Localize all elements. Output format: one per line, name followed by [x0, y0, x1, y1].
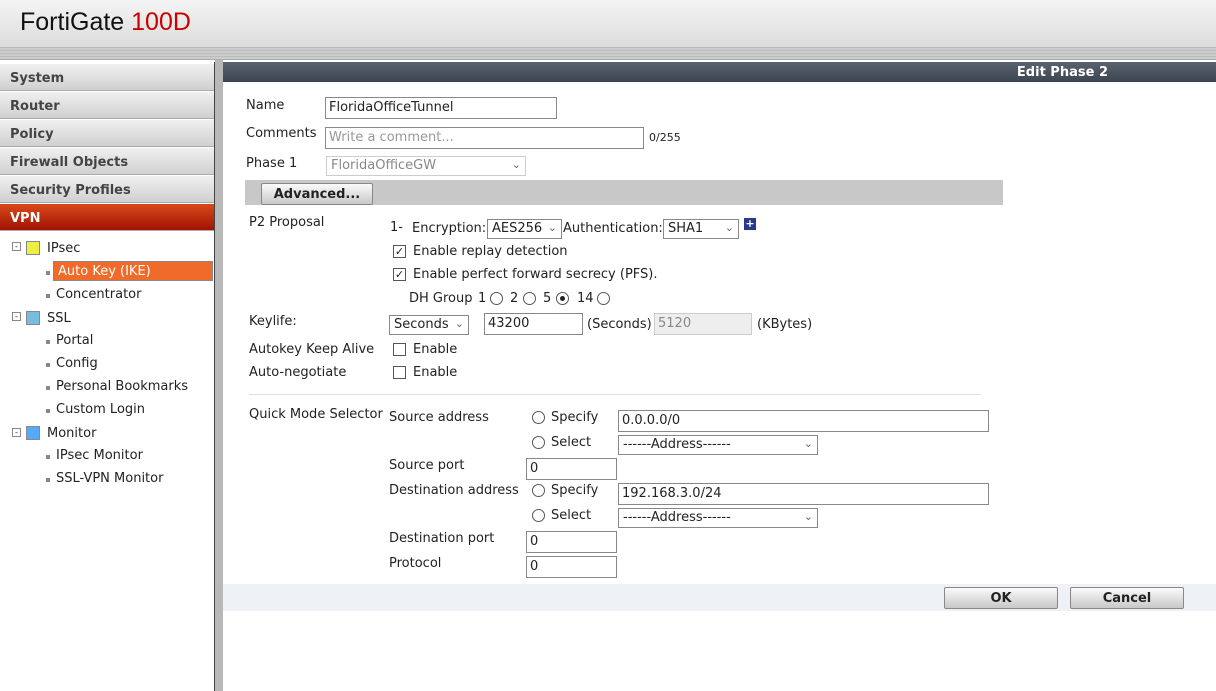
destination-port-label: Destination port: [389, 531, 495, 546]
menu-router[interactable]: Router: [0, 92, 214, 119]
destination-address-select[interactable]: ------Address------ ⌄: [618, 508, 818, 528]
chevron-down-icon: ⌄: [803, 437, 813, 450]
menu-vpn[interactable]: VPN: [0, 204, 214, 231]
destination-address-label: Destination address: [389, 483, 519, 498]
collapse-icon[interactable]: -: [12, 312, 21, 321]
footer-bar: [223, 584, 1216, 611]
source-port-label: Source port: [389, 458, 465, 473]
source-select-radio[interactable]: [532, 436, 545, 449]
name-label: Name: [246, 98, 285, 113]
dh-2-label: 2: [510, 291, 519, 306]
keylife-kbytes-input: 5120: [654, 313, 752, 335]
keepalive-enable-label: Enable: [413, 342, 458, 357]
phase1-select: FloridaOfficeGW ⌄: [326, 156, 526, 176]
tree-custom-login[interactable]: Custom Login: [56, 402, 145, 417]
monitor-icon: [26, 426, 40, 440]
chevron-down-icon: ⌄: [454, 317, 464, 330]
dh-1-label: 1: [478, 291, 487, 306]
dh-14-radio[interactable]: [597, 292, 610, 305]
cancel-button[interactable]: Cancel: [1070, 587, 1184, 609]
dh-group-label: DH Group: [409, 291, 473, 306]
menu-security-profiles[interactable]: Security Profiles: [0, 176, 214, 203]
keylife-seconds-input[interactable]: 43200: [484, 313, 583, 335]
tree-portal[interactable]: Portal: [56, 333, 93, 348]
kbytes-label: (KBytes): [757, 317, 813, 332]
source-address-input[interactable]: 0.0.0.0/0: [618, 410, 989, 432]
chevron-down-icon: ⌄: [803, 510, 813, 523]
dh-14-label: 14: [577, 291, 594, 306]
phase1-label: Phase 1: [246, 156, 298, 171]
seconds-label: (Seconds): [587, 317, 652, 332]
protocol-input[interactable]: 0: [526, 556, 617, 578]
authentication-select[interactable]: SHA1 ⌄: [663, 219, 739, 239]
dh-5-label: 5: [543, 291, 552, 306]
header: FortiGate 100D: [0, 0, 1216, 60]
dh-2-radio[interactable]: [523, 292, 536, 305]
keepalive-checkbox[interactable]: [393, 343, 406, 356]
p2-proposal-label: P2 Proposal: [249, 215, 325, 230]
tree-ipsec[interactable]: IPsec: [47, 241, 80, 256]
tree-concentrator[interactable]: Concentrator: [56, 287, 141, 302]
pfs-checkbox[interactable]: ✓: [393, 268, 406, 281]
destination-select-label: Select: [551, 508, 592, 523]
tree-ssl-vpn-monitor[interactable]: SSL-VPN Monitor: [56, 471, 163, 486]
autoneg-enable-label: Enable: [413, 365, 458, 380]
pfs-label: Enable perfect forward secrecy (PFS).: [413, 267, 658, 282]
sidebar: System Router Policy Firewall Objects Se…: [0, 62, 215, 691]
ok-button[interactable]: OK: [944, 587, 1058, 609]
chevron-down-icon: ⌄: [547, 221, 557, 234]
comments-count: 0/255: [649, 131, 681, 144]
tree-auto-key[interactable]: Auto Key (IKE): [53, 261, 213, 281]
page-title: Edit Phase 2: [223, 62, 1216, 82]
keepalive-label: Autokey Keep Alive: [249, 342, 375, 357]
destination-specify-radio[interactable]: [532, 484, 545, 497]
dh-1-radio[interactable]: [490, 292, 503, 305]
menu-policy[interactable]: Policy: [0, 120, 214, 147]
name-input[interactable]: FloridaOfficeTunnel: [325, 97, 557, 119]
tree-config[interactable]: Config: [56, 356, 98, 371]
replay-checkbox[interactable]: ✓: [393, 245, 406, 258]
ssl-icon: [26, 311, 40, 325]
advanced-button[interactable]: Advanced...: [261, 183, 373, 205]
source-port-input[interactable]: 0: [526, 458, 617, 480]
autoneg-label: Auto-negotiate: [249, 365, 347, 380]
destination-specify-label: Specify: [551, 483, 599, 498]
autoneg-checkbox[interactable]: [393, 366, 406, 379]
encryption-select[interactable]: AES256 ⌄: [487, 219, 562, 239]
ipsec-icon: [26, 241, 40, 255]
logo: FortiGate 100D: [20, 8, 191, 36]
source-address-select[interactable]: ------Address------ ⌄: [618, 435, 818, 455]
source-select-label: Select: [551, 435, 592, 450]
destination-port-input[interactable]: 0: [526, 531, 617, 553]
menu-system[interactable]: System: [0, 64, 214, 91]
comments-label: Comments: [246, 126, 317, 141]
source-specify-radio[interactable]: [532, 411, 545, 424]
tree-personal-bookmarks[interactable]: Personal Bookmarks: [56, 379, 188, 394]
proposal-index: 1-: [390, 220, 403, 235]
collapse-icon[interactable]: -: [12, 242, 21, 251]
menu-firewall-objects[interactable]: Firewall Objects: [0, 148, 214, 175]
encryption-label: Encryption:: [412, 221, 487, 236]
keylife-label: Keylife:: [249, 314, 297, 329]
splitter[interactable]: [215, 60, 223, 691]
tree-ssl[interactable]: SSL: [47, 311, 71, 326]
keylife-unit-select[interactable]: Seconds ⌄: [389, 315, 469, 335]
chevron-down-icon: ⌄: [724, 221, 734, 234]
destination-select-radio[interactable]: [532, 509, 545, 522]
source-specify-label: Specify: [551, 410, 599, 425]
destination-address-input[interactable]: 192.168.3.0/24: [618, 483, 989, 505]
tree-ipsec-monitor[interactable]: IPsec Monitor: [56, 448, 143, 463]
qms-label: Quick Mode Selector: [249, 407, 383, 422]
replay-label: Enable replay detection: [413, 244, 568, 259]
authentication-label: Authentication:: [563, 221, 663, 236]
comments-input[interactable]: Write a comment...: [325, 127, 644, 149]
add-proposal-icon[interactable]: +: [744, 218, 756, 230]
divider: [249, 394, 981, 395]
tree-monitor[interactable]: Monitor: [47, 426, 96, 441]
source-address-label: Source address: [389, 410, 489, 425]
collapse-icon[interactable]: -: [12, 428, 21, 437]
chevron-down-icon: ⌄: [511, 158, 521, 171]
protocol-label: Protocol: [389, 556, 442, 571]
dh-5-radio[interactable]: [556, 292, 569, 305]
